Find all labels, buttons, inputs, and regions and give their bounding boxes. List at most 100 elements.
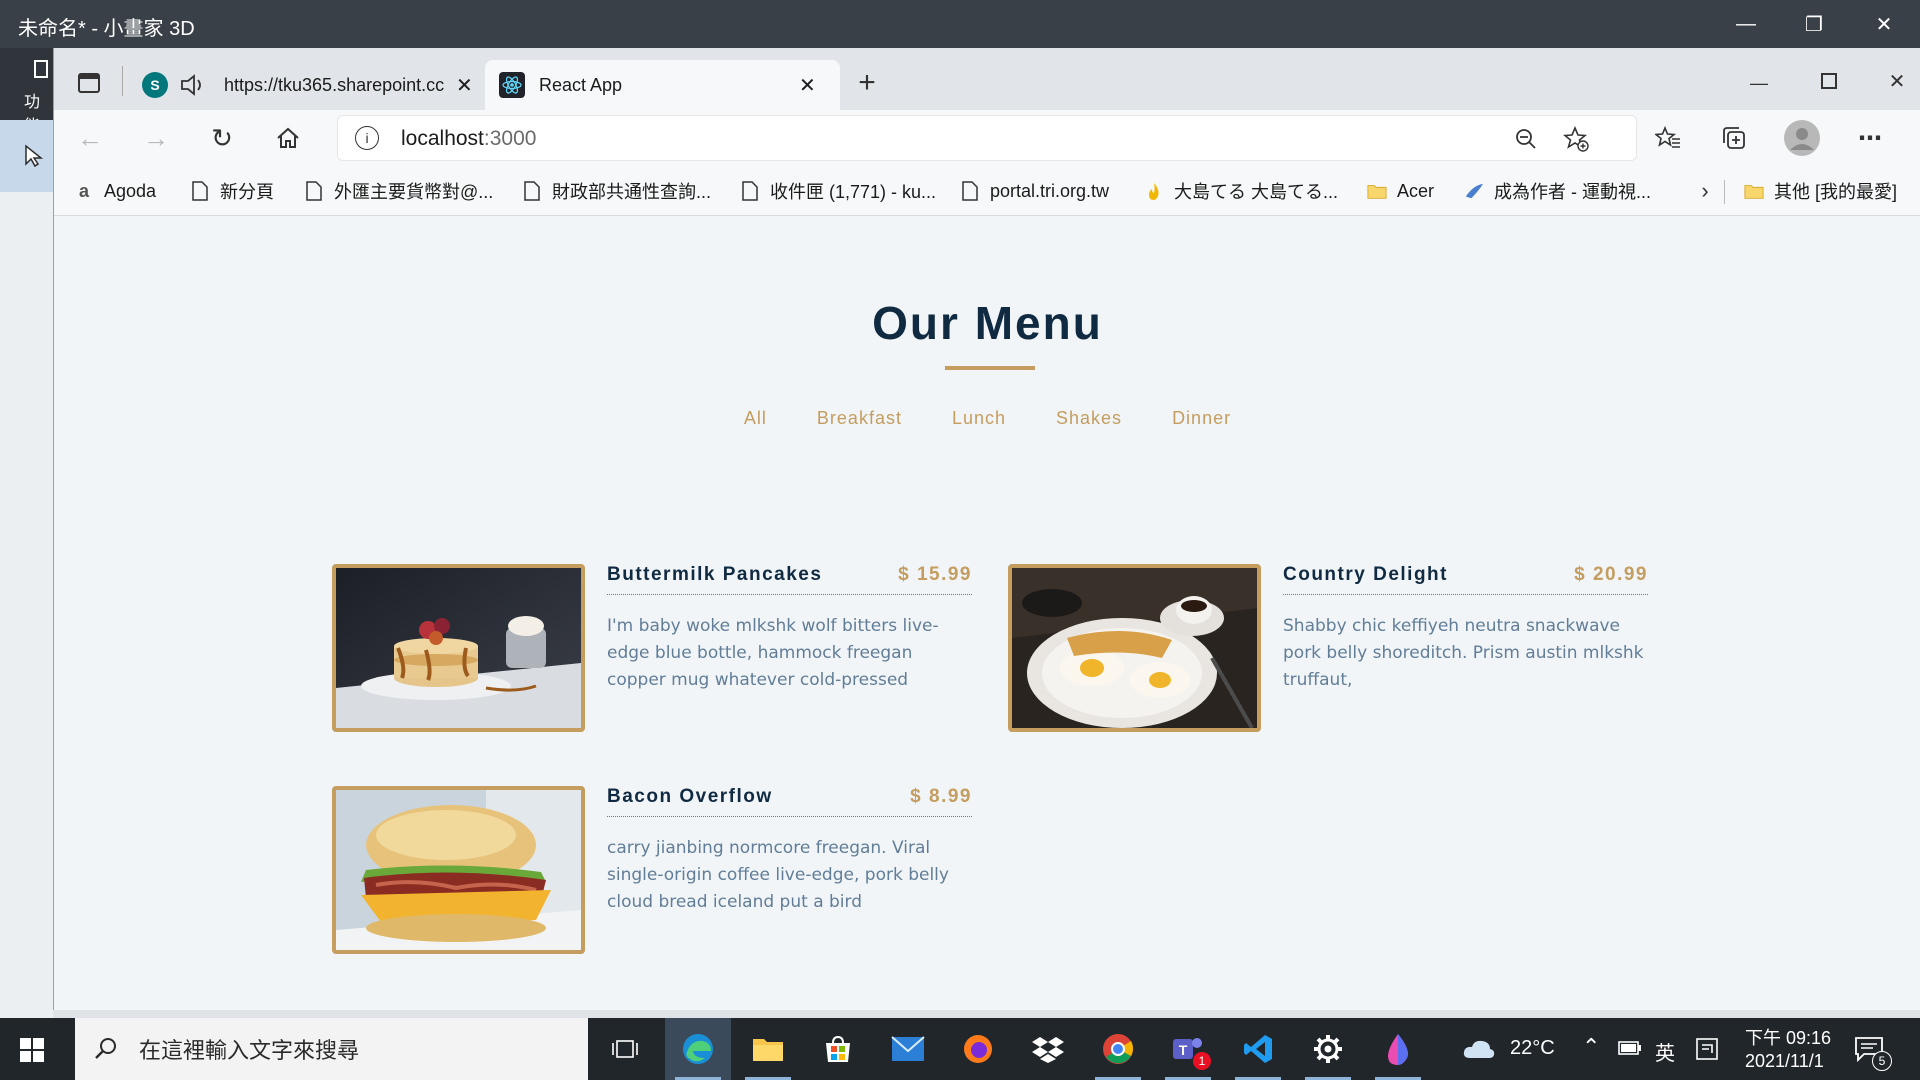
task-view-icon[interactable] — [592, 1018, 658, 1080]
tab-divider — [122, 66, 123, 96]
react-icon — [499, 72, 525, 98]
page-icon — [740, 180, 760, 202]
bird-icon — [1464, 180, 1484, 202]
search-icon — [95, 1038, 116, 1059]
site-info-icon[interactable]: i — [355, 126, 379, 150]
bookmark-oshimaland[interactable]: 大島てる 大島てる... — [1144, 180, 1338, 202]
filter-shakes-button[interactable]: Shakes — [1031, 408, 1147, 429]
bookmark-new-tab[interactable]: 新分頁 — [190, 180, 274, 202]
chrome-icon[interactable] — [1085, 1018, 1151, 1080]
windows-start-icon[interactable] — [14, 1032, 50, 1068]
more-icon[interactable]: ⋯ — [1854, 122, 1886, 154]
weather-temperature[interactable]: 22°C — [1510, 1037, 1555, 1060]
page-icon — [304, 180, 324, 202]
menu-item: Buttermilk Pancakes $ 15.99 I'm baby wok… — [332, 564, 972, 734]
close-button[interactable]: ✕ — [1850, 0, 1918, 48]
tab-close-icon[interactable]: ✕ — [456, 73, 473, 98]
filter-all-button[interactable]: All — [719, 408, 792, 429]
tab-label: React App — [539, 74, 623, 95]
paint3d-icon[interactable] — [1365, 1018, 1431, 1080]
pancakes-photo — [332, 564, 585, 732]
filter-buttons: All Breakfast Lunch Shakes Dinner — [54, 408, 1920, 429]
ime-indicator[interactable]: 英 — [1655, 1037, 1675, 1066]
zoom-out-icon[interactable] — [1512, 125, 1540, 153]
clock-date[interactable]: 2021/11/1 — [1745, 1051, 1824, 1072]
edge-app-icon[interactable] — [665, 1018, 731, 1080]
filter-breakfast-button[interactable]: Breakfast — [792, 408, 927, 429]
menu-item-description: I'm baby woke mlkshk wolf bitters live-e… — [607, 616, 939, 690]
browser-maximize-button[interactable] — [1814, 66, 1844, 96]
bookmark-sports[interactable]: 成為作者 - 運動視... — [1464, 180, 1651, 202]
bookmark-other-favorites[interactable]: 其他 [我的最愛] — [1744, 180, 1897, 202]
menu-item-price: $ 20.99 — [1574, 564, 1648, 585]
cursor-icon — [25, 144, 44, 168]
restore-button[interactable]: ❐ — [1780, 0, 1848, 48]
menu-item-name: Buttermilk Pancakes — [607, 564, 823, 585]
filter-dinner-button[interactable]: Dinner — [1147, 408, 1256, 429]
taskbar: 在這裡輸入文字來搜尋 T 1 22°C ⌃ 英 下午 09:16 2021/11… — [0, 1018, 1920, 1080]
page-title: Our Menu — [872, 297, 1103, 349]
bookmark-inbox[interactable]: 收件匣 (1,771) - ku... — [740, 180, 936, 202]
collections-icon[interactable] — [1718, 122, 1750, 154]
teams-icon[interactable]: T 1 — [1155, 1018, 1221, 1080]
menu-item-price: $ 15.99 — [898, 564, 972, 585]
tab-react-app[interactable]: React App ✕ — [485, 60, 840, 110]
bookmark-portal[interactable]: portal.tri.org.tw — [960, 180, 1109, 202]
clock-time[interactable]: 下午 09:16 — [1745, 1024, 1831, 1050]
page-icon — [190, 180, 210, 202]
favorites-icon[interactable] — [1652, 122, 1684, 154]
settings-icon[interactable] — [1295, 1018, 1361, 1080]
store-icon[interactable] — [805, 1018, 871, 1080]
address-text[interactable]: localhost:3000 — [401, 127, 536, 151]
flame-icon — [1144, 180, 1164, 202]
menu-item-header: Bacon Overflow $ 8.99 — [607, 786, 972, 817]
refresh-icon[interactable]: ↻ — [206, 122, 238, 154]
bookmark-mof[interactable]: 財政部共通性查詢... — [522, 180, 711, 202]
paint-side-panel: 功能 — [0, 48, 53, 1018]
battery-icon[interactable] — [1618, 1040, 1642, 1056]
menu-item-header: Country Delight $ 20.99 — [1283, 564, 1648, 595]
profile-avatar-icon[interactable] — [1784, 120, 1820, 156]
select-tool-button[interactable] — [0, 120, 53, 192]
page-icon — [960, 180, 980, 202]
bookmark-acer[interactable]: Acer — [1367, 180, 1434, 202]
bookmark-agoda[interactable]: a Agoda — [74, 180, 156, 202]
weather-cloud-icon[interactable] — [1462, 1038, 1496, 1060]
menu-item: Bacon Overflow $ 8.99 carry jianbing nor… — [332, 786, 972, 956]
forward-icon[interactable]: → — [140, 122, 172, 154]
address-bar[interactable]: i localhost:3000 — [337, 115, 1637, 161]
tab-close-icon[interactable]: ✕ — [799, 73, 816, 98]
browser-close-button[interactable]: ✕ — [1882, 66, 1912, 96]
tab-bar: S https://tku365.sharepoint.cc ✕ React A… — [54, 48, 1920, 110]
speaker-icon[interactable] — [180, 73, 206, 97]
page-content: Our Menu All Breakfast Lunch Shakes Dinn… — [54, 216, 1920, 1010]
tab-actions-icon[interactable] — [74, 68, 104, 98]
ime-mode-icon[interactable] — [1696, 1038, 1718, 1060]
filter-lunch-button[interactable]: Lunch — [927, 408, 1031, 429]
home-icon[interactable] — [272, 122, 304, 154]
chevron-up-icon[interactable]: ⌃ — [1582, 1034, 1600, 1060]
chevron-right-icon[interactable]: › — [1692, 178, 1718, 204]
dropbox-icon[interactable] — [1015, 1018, 1081, 1080]
vscode-icon[interactable] — [1225, 1018, 1291, 1080]
bookmarks-bar: a Agoda 新分頁 外匯主要貨幣對@... 財政部共通性查詢... 收件匣 (… — [54, 166, 1920, 216]
mail-icon[interactable] — [875, 1018, 941, 1080]
sharepoint-icon: S — [142, 72, 168, 98]
browser-minimize-button[interactable]: — — [1744, 68, 1774, 98]
back-icon[interactable]: ← — [74, 122, 106, 154]
add-favorite-icon[interactable] — [1562, 125, 1590, 153]
minimize-button[interactable]: — — [1712, 0, 1780, 48]
menu-item: Country Delight $ 20.99 Shabby chic keff… — [1008, 564, 1648, 734]
menu-item-header: Buttermilk Pancakes $ 15.99 — [607, 564, 972, 595]
file-explorer-icon[interactable] — [735, 1018, 801, 1080]
new-tab-icon[interactable]: + — [852, 66, 882, 99]
tab-sharepoint[interactable]: S https://tku365.sharepoint.cc ✕ — [132, 60, 532, 110]
bookmark-forex[interactable]: 外匯主要貨幣對@... — [304, 180, 493, 202]
paint-menu-button[interactable]: 功能 — [0, 48, 53, 135]
firefox-icon[interactable] — [945, 1018, 1011, 1080]
taskbar-search-box[interactable]: 在這裡輸入文字來搜尋 — [75, 1018, 588, 1080]
folder-icon — [1744, 180, 1764, 202]
paint-titlebar: 未命名* - 小畫家 3D — ❐ ✕ — [0, 0, 1920, 48]
paint-window-title: 未命名* - 小畫家 3D — [18, 18, 195, 40]
tab-label: https://tku365.sharepoint.cc — [224, 74, 445, 95]
